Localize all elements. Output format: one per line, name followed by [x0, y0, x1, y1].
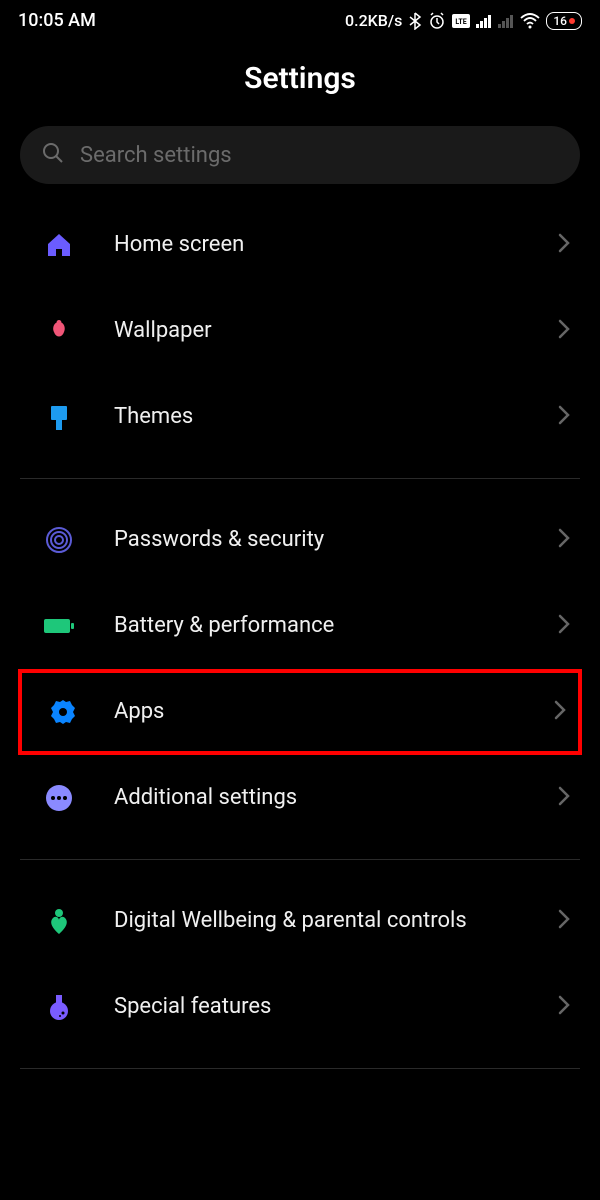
svg-text:LTE: LTE — [456, 18, 467, 26]
settings-item-home-screen[interactable]: Home screen — [0, 202, 600, 288]
battery-percent: 16 — [553, 14, 567, 28]
fingerprint-icon — [42, 523, 76, 557]
divider — [20, 859, 580, 860]
divider — [20, 478, 580, 479]
dots-icon — [42, 781, 76, 815]
settings-group-1: Home screen Wallpaper Themes — [0, 202, 600, 460]
battery-indicator: 16 — [546, 12, 582, 30]
search-icon — [42, 142, 64, 168]
settings-item-passwords-security[interactable]: Passwords & security — [0, 497, 600, 583]
settings-item-themes[interactable]: Themes — [0, 374, 600, 460]
chevron-right-icon — [558, 614, 570, 638]
settings-item-battery-performance[interactable]: Battery & performance — [0, 583, 600, 669]
divider — [20, 1068, 580, 1069]
settings-item-wallpaper[interactable]: Wallpaper — [0, 288, 600, 374]
chevron-right-icon — [558, 405, 570, 429]
settings-item-label: Battery & performance — [114, 612, 520, 641]
settings-item-digital-wellbeing[interactable]: Digital Wellbeing & parental controls — [0, 878, 600, 964]
brush-icon — [42, 400, 76, 434]
flower-icon — [42, 314, 76, 348]
settings-item-special-features[interactable]: Special features — [0, 964, 600, 1050]
battery-low-icon — [569, 18, 575, 24]
settings-item-label: Wallpaper — [114, 317, 520, 346]
settings-item-additional-settings[interactable]: Additional settings — [0, 755, 600, 841]
status-right: 0.2KB/s LTE 16 — [345, 11, 582, 30]
settings-item-label: Special features — [114, 993, 520, 1022]
home-icon — [42, 228, 76, 262]
chevron-right-icon — [558, 233, 570, 257]
settings-item-label: Home screen — [114, 231, 520, 260]
settings-group-2: Passwords & security Battery & performan… — [0, 497, 600, 841]
page-title: Settings — [0, 61, 600, 96]
chevron-right-icon — [558, 909, 570, 933]
wifi-icon — [520, 13, 540, 29]
data-rate: 0.2KB/s — [345, 11, 402, 30]
settings-item-apps[interactable]: Apps — [18, 669, 582, 755]
header: Settings — [0, 39, 600, 126]
chevron-right-icon — [558, 319, 570, 343]
battery-icon — [42, 609, 76, 643]
flask-icon — [42, 990, 76, 1024]
chevron-right-icon — [558, 995, 570, 1019]
heart-icon — [42, 904, 76, 938]
chevron-right-icon — [554, 700, 566, 724]
signal-icon-2 — [498, 14, 514, 28]
alarm-icon — [428, 12, 446, 30]
chevron-right-icon — [558, 786, 570, 810]
status-bar: 10:05 AM 0.2KB/s LTE 16 — [0, 0, 600, 39]
bluetooth-icon — [408, 12, 422, 30]
search-input[interactable]: Search settings — [20, 126, 580, 184]
signal-icon — [476, 14, 492, 28]
gear-icon — [46, 695, 80, 729]
settings-item-label: Apps — [114, 698, 520, 727]
settings-item-label: Additional settings — [114, 784, 520, 813]
status-time: 10:05 AM — [18, 10, 96, 31]
search-placeholder: Search settings — [80, 143, 232, 168]
volte-icon: LTE — [452, 14, 470, 28]
settings-item-label: Digital Wellbeing & parental controls — [114, 907, 520, 936]
settings-item-label: Themes — [114, 403, 520, 432]
settings-item-label: Passwords & security — [114, 526, 520, 555]
chevron-right-icon — [558, 528, 570, 552]
settings-group-3: Digital Wellbeing & parental controls Sp… — [0, 878, 600, 1050]
